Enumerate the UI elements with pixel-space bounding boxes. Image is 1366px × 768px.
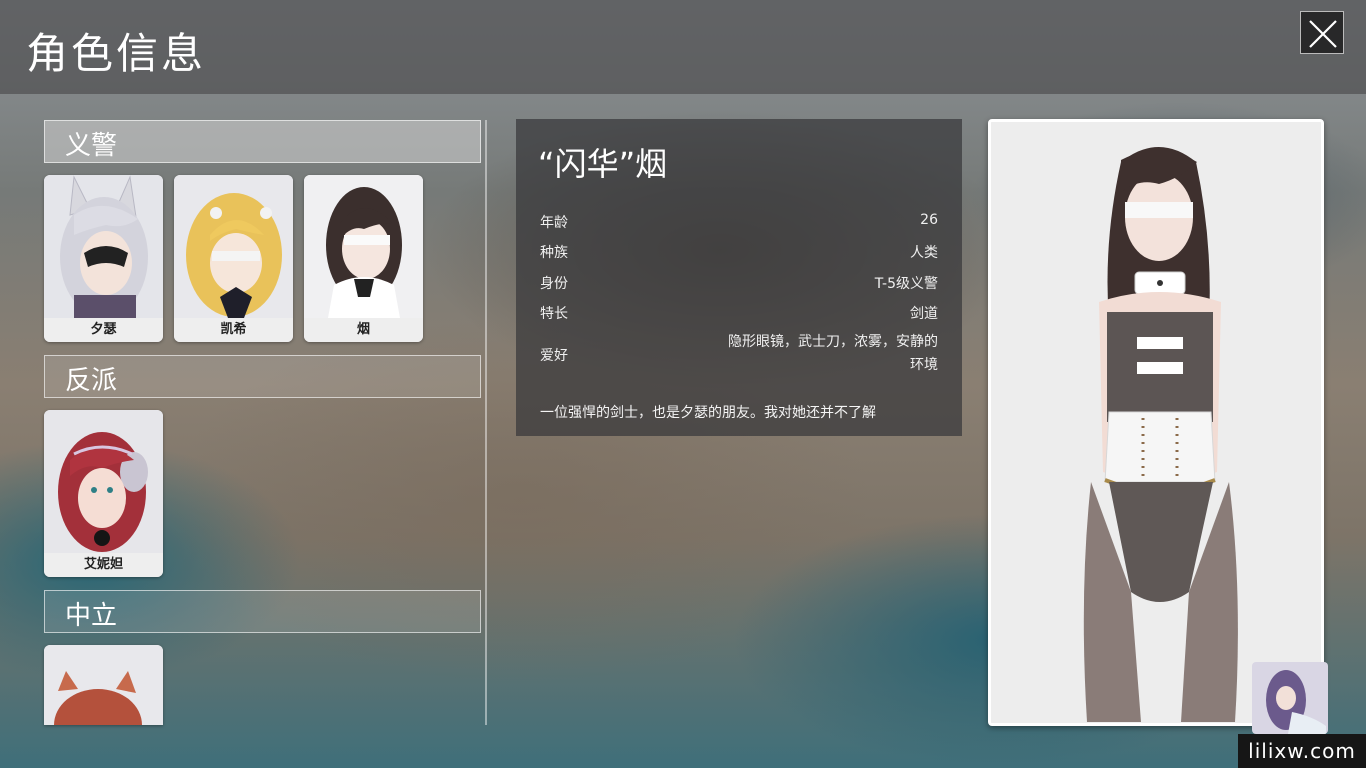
character-portrait [174, 175, 293, 318]
hobby-label: 爱好 [540, 348, 568, 364]
identity-value: T-5级义警 [874, 276, 938, 292]
section-header-neutral: 中立 [44, 590, 481, 633]
character-info-panel: “闪华”烟 年龄 26 种族 人类 身份 T-5级义警 特长 剑道 爱好 隐形眼… [516, 119, 962, 436]
character-card-yan[interactable]: 烟 [304, 175, 423, 342]
section-header-vigilante: 义警 [44, 120, 481, 163]
close-button[interactable] [1300, 11, 1344, 54]
section-label: 反派 [65, 366, 118, 396]
site-watermark: lilixw.com [1238, 734, 1366, 768]
character-portrait [44, 410, 163, 553]
character-card-neutral[interactable] [44, 645, 163, 725]
section-label: 义警 [65, 131, 118, 161]
identity-label: 身份 [540, 276, 568, 292]
specialty-label: 特长 [540, 306, 568, 322]
age-value: 26 [920, 212, 938, 228]
character-portrait [304, 175, 423, 318]
character-name: 烟 [304, 318, 423, 342]
race-value: 人类 [910, 245, 938, 261]
section-header-villain: 反派 [44, 355, 481, 398]
character-full-portrait [988, 119, 1324, 726]
page-title: 角色信息 [26, 29, 207, 78]
character-name: 夕瑟 [44, 318, 163, 342]
character-card-anita[interactable]: 艾妮妲 [44, 410, 163, 577]
character-title: “闪华”烟 [538, 145, 668, 183]
user-avatar [1252, 662, 1328, 734]
avatar-image [1252, 662, 1328, 734]
section-label: 中立 [65, 601, 118, 631]
age-label: 年龄 [540, 215, 568, 231]
character-name: 艾妮妲 [44, 553, 163, 577]
character-name: 凯希 [174, 318, 293, 342]
specialty-value: 剑道 [910, 306, 938, 322]
character-portrait [44, 645, 163, 725]
character-card-xise[interactable]: 夕瑟 [44, 175, 163, 342]
close-icon [1309, 20, 1337, 48]
character-card-kaixi[interactable]: 凯希 [174, 175, 293, 342]
character-description: 一位强悍的剑士，也是夕瑟的朋友。我对她还并不了解 [540, 405, 876, 421]
character-full-image [991, 122, 1321, 723]
column-divider [485, 120, 487, 725]
character-portrait [44, 175, 163, 318]
race-label: 种族 [540, 245, 568, 261]
hobby-value: 隐形眼镜，武士刀，浓雾，安静的环境 [728, 334, 938, 373]
